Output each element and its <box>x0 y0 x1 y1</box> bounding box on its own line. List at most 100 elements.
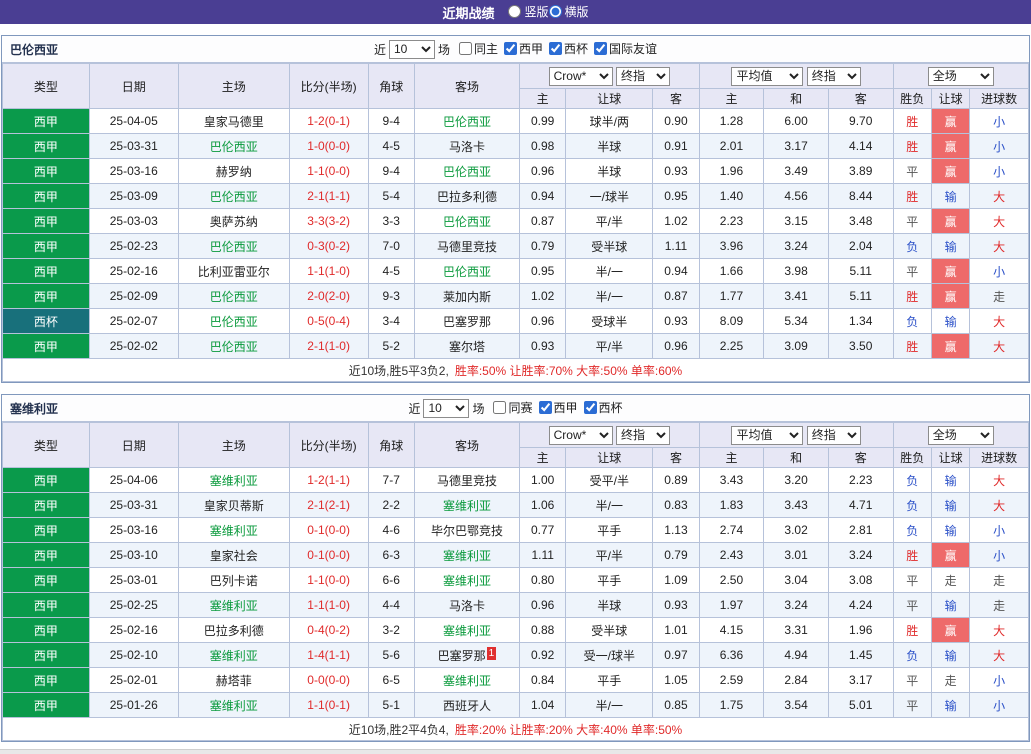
match-row: 西甲25-04-05皇家马德里1-2(0-1)9-4巴伦西亚0.99球半/两0.… <box>3 109 1029 134</box>
filter-option-2[interactable]: 西甲 <box>504 40 543 57</box>
odds-provider-select[interactable]: Crow* <box>549 426 613 445</box>
home-team-link[interactable]: 巴伦西亚 <box>178 334 289 359</box>
checkbox-input[interactable] <box>594 42 607 55</box>
home-team-link[interactable]: 塞维利亚 <box>178 643 289 668</box>
home-team-link[interactable]: 皇家贝蒂斯 <box>178 493 289 518</box>
home-team-link[interactable]: 塞维利亚 <box>178 693 289 718</box>
checkbox-input[interactable] <box>504 42 517 55</box>
home-team-link[interactable]: 巴列卡诺 <box>178 568 289 593</box>
filter-option-1[interactable]: 同主 <box>459 40 498 57</box>
col-score: 比分(半场) <box>289 423 368 468</box>
average-stage-select[interactable]: 终指 <box>807 67 861 86</box>
away-team-link[interactable]: 莱加内斯 <box>414 284 519 309</box>
avg-odds-home: 3.43 <box>699 468 764 493</box>
handicap-line: 半球 <box>566 134 653 159</box>
layout-option-1[interactable]: 竖版 <box>508 3 548 20</box>
home-team-link[interactable]: 巴伦西亚 <box>178 309 289 334</box>
away-team-link[interactable]: 马德里竞技 <box>414 234 519 259</box>
radio-input[interactable] <box>549 5 562 18</box>
result-goals: 小 <box>970 668 1029 693</box>
away-team-link[interactable]: 巴伦西亚 <box>414 109 519 134</box>
col-odds-home: 主 <box>519 89 565 109</box>
avg-odds-away: 1.45 <box>828 643 893 668</box>
odds-provider-select[interactable]: Crow* <box>549 67 613 86</box>
average-stage-select[interactable]: 终指 <box>807 426 861 445</box>
home-team-link[interactable]: 比利亚雷亚尔 <box>178 259 289 284</box>
recent-count-select[interactable]: 10 <box>423 399 469 418</box>
result-goals: 大 <box>970 493 1029 518</box>
handicap-odds-away: 0.96 <box>653 334 699 359</box>
match-score: 0-0(0-0) <box>289 668 368 693</box>
fulltime-select[interactable]: 全场 <box>928 67 994 86</box>
away-team-link[interactable]: 巴拉多利德 <box>414 184 519 209</box>
away-team-link[interactable]: 马洛卡 <box>414 134 519 159</box>
average-select[interactable]: 平均值 <box>731 67 803 86</box>
away-team-link[interactable]: 塞维利亚 <box>414 618 519 643</box>
match-score: 0-5(0-4) <box>289 309 368 334</box>
avg-odds-draw: 3.04 <box>764 568 829 593</box>
fulltime-select[interactable]: 全场 <box>928 426 994 445</box>
home-team-link[interactable]: 塞维利亚 <box>178 518 289 543</box>
home-team-link[interactable]: 塞维利亚 <box>178 468 289 493</box>
away-team-link[interactable]: 塞维利亚 <box>414 493 519 518</box>
away-team-link[interactable]: 巴塞罗那1 <box>414 643 519 668</box>
home-team-link[interactable]: 赫塔菲 <box>178 668 289 693</box>
team-name: 塞维利亚 <box>10 400 58 417</box>
home-team-link[interactable]: 巴伦西亚 <box>178 284 289 309</box>
away-team-link[interactable]: 巴伦西亚 <box>414 209 519 234</box>
match-score: 1-2(0-1) <box>289 109 368 134</box>
checkbox-input[interactable] <box>493 401 506 414</box>
recent-label: 近 <box>408 400 420 417</box>
match-score: 2-0(2-0) <box>289 284 368 309</box>
match-date: 25-03-01 <box>89 568 178 593</box>
matches-table: 类型 日期 主场 比分(半场) 角球 客场 Crow* 终指 平均值 终指 全场 <box>2 63 1029 382</box>
away-team-link[interactable]: 巴伦西亚 <box>414 159 519 184</box>
away-team-link[interactable]: 西班牙人 <box>414 693 519 718</box>
avg-odds-away: 3.17 <box>828 668 893 693</box>
handicap-odds-home: 0.96 <box>519 159 565 184</box>
matches-table: 类型 日期 主场 比分(半场) 角球 客场 Crow* 终指 平均值 终指 全场 <box>2 422 1029 741</box>
home-team-link[interactable]: 赫罗纳 <box>178 159 289 184</box>
matches-body: 西甲25-04-06塞维利亚1-2(1-1)7-7马德里竞技1.00受平/半0.… <box>3 468 1029 718</box>
average-select[interactable]: 平均值 <box>731 426 803 445</box>
match-row: 西甲25-02-10塞维利亚1-4(1-1)5-6巴塞罗那10.92受一/球半0… <box>3 643 1029 668</box>
recent-count-select[interactable]: 10 <box>389 40 435 59</box>
filter-option-3[interactable]: 西杯 <box>584 399 623 416</box>
checkbox-input[interactable] <box>539 401 552 414</box>
filter-option-4[interactable]: 国际友谊 <box>594 40 657 57</box>
match-row: 西甲25-04-06塞维利亚1-2(1-1)7-7马德里竞技1.00受平/半0.… <box>3 468 1029 493</box>
odds-stage-select[interactable]: 终指 <box>616 426 670 445</box>
away-team-link[interactable]: 塞维利亚 <box>414 543 519 568</box>
odds-stage-select[interactable]: 终指 <box>616 67 670 86</box>
home-team-link[interactable]: 巴伦西亚 <box>178 234 289 259</box>
away-team-link[interactable]: 毕尔巴鄂竞技 <box>414 518 519 543</box>
home-team-link[interactable]: 皇家马德里 <box>178 109 289 134</box>
away-team-link[interactable]: 马德里竞技 <box>414 468 519 493</box>
home-team-link[interactable]: 巴伦西亚 <box>178 134 289 159</box>
filter-option-3[interactable]: 西杯 <box>549 40 588 57</box>
home-team-link[interactable]: 奥萨苏纳 <box>178 209 289 234</box>
checkbox-input[interactable] <box>549 42 562 55</box>
away-team-link[interactable]: 塞尔塔 <box>414 334 519 359</box>
away-team-link[interactable]: 巴塞罗那 <box>414 309 519 334</box>
away-team-link[interactable]: 塞维利亚 <box>414 668 519 693</box>
away-team-link[interactable]: 塞维利亚 <box>414 568 519 593</box>
avg-odds-home: 4.15 <box>699 618 764 643</box>
result-outcome: 平 <box>893 668 931 693</box>
checkbox-input[interactable] <box>459 42 472 55</box>
radio-input[interactable] <box>508 5 521 18</box>
home-team-link[interactable]: 塞维利亚 <box>178 593 289 618</box>
handicap-line: 半球 <box>566 593 653 618</box>
away-team-link[interactable]: 马洛卡 <box>414 593 519 618</box>
home-team-link[interactable]: 巴伦西亚 <box>178 184 289 209</box>
filter-option-1[interactable]: 同赛 <box>493 399 532 416</box>
corner-score: 4-5 <box>368 259 414 284</box>
away-team-link[interactable]: 巴伦西亚 <box>414 259 519 284</box>
layout-option-2[interactable]: 横版 <box>549 3 589 20</box>
home-team-link[interactable]: 皇家社会 <box>178 543 289 568</box>
avg-odds-draw: 3.54 <box>764 693 829 718</box>
home-team-link[interactable]: 巴拉多利德 <box>178 618 289 643</box>
filter-option-2[interactable]: 西甲 <box>539 399 578 416</box>
checkbox-input[interactable] <box>584 401 597 414</box>
option-label: 国际友谊 <box>609 40 657 57</box>
